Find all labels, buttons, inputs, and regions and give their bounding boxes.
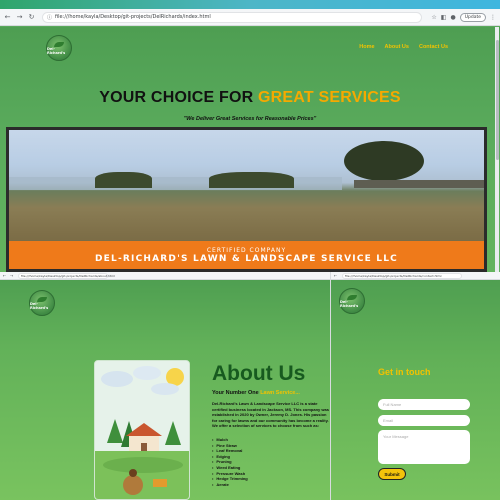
profile-icon[interactable]: ● [450,14,455,21]
name-field[interactable] [378,399,470,410]
browser-window-home: ← → ↻ ⓘ file:///home/kayla/Desktop/git-p… [0,0,500,272]
browser-window-contact: ← file:///home/kayla/Desktop/git-project… [330,272,500,500]
address-bar[interactable]: file:///home/kayla/Desktop/git-projects/… [342,272,462,279]
desktop-topbar [0,0,500,9]
contact-title: Get in touch [378,367,431,377]
forward-icon[interactable]: → [15,13,24,22]
address-text: file:///home/kayla/Desktop/git-projects/… [55,14,211,20]
fence-shape [354,180,484,189]
site-logo[interactable]: Del-Richard's [29,290,55,316]
hero-subtitle: "We Deliver Great Services for Reasonabl… [183,116,317,122]
extensions-icon[interactable]: ◧ [441,14,447,21]
list-item: Leaf Removal [212,448,248,454]
tree-shape [94,171,152,189]
update-button[interactable]: Update [459,12,486,22]
back-icon[interactable]: ← [3,13,12,22]
reload-icon[interactable]: ↻ [27,13,36,22]
main-nav: Home About Us Contact Us [359,44,448,50]
message-field[interactable] [378,430,470,464]
star-icon[interactable]: ☆ [431,14,436,21]
site-logo[interactable]: Del-Richard's [46,35,72,61]
logo-text: Del-Richard's [30,301,49,310]
address-text: file:///home/kayla/Desktop/git-projects/… [21,273,115,278]
tree-shape [208,171,294,189]
forward-icon[interactable]: → [9,273,14,279]
menu-icon[interactable]: ⋮ [490,14,496,21]
browser-toolbar: ← file:///home/kayla/Desktop/git-project… [331,272,500,280]
contact-page: Del-Richard's [331,280,500,500]
about-body: Del-Richard's Lawn & Landscape Service L… [212,401,329,429]
scrollbar-thumb[interactable] [496,40,499,160]
landscape-illustration [95,361,189,499]
nav-about[interactable]: About Us [385,44,409,50]
list-item: Aerate [212,482,248,488]
email-field[interactable] [378,415,470,426]
about-illustration [94,360,190,500]
site-logo[interactable]: Del-Richard's [339,288,365,314]
about-title: About Us [212,362,306,385]
hero-title-accent: GREAT SERVICES [258,89,401,106]
banner-line-1: CERTIFIED COMPANY [206,246,287,254]
address-bar[interactable]: file:///home/kayla/Desktop/git-projects/… [18,272,115,279]
nav-contact[interactable]: Contact Us [419,44,448,50]
certified-banner: CERTIFIED COMPANY DEL-RICHARD'S LAWN & L… [9,241,484,269]
list-item: Hedge Trimming [212,476,247,482]
logo-text: Del-Richard's [47,46,66,55]
hero-title-prefix: YOUR CHOICE FOR [99,89,259,106]
browser-toolbar: ← → ↻ ⓘ file:///home/kayla/Desktop/git-p… [0,9,500,26]
file-icon: ⓘ [47,14,53,21]
services-list: Mulch Pine Straw Leaf Removal Edging Pru… [212,437,248,488]
about-subtitle-prefix: Your Number One [212,390,261,396]
back-icon[interactable]: ← [2,273,7,279]
hero-image-frame: CERTIFIED COMPANY DEL-RICHARD'S LAWN & L… [6,127,487,272]
lawn-photo: CERTIFIED COMPANY DEL-RICHARD'S LAWN & L… [9,130,484,269]
browser-window-about: ← → file:///home/kayla/Desktop/git-proje… [0,272,330,500]
submit-button[interactable]: Submit [378,468,406,480]
address-text: file:///home/kayla/Desktop/git-projects/… [345,273,442,278]
banner-line-2: DEL-RICHARD'S LAWN & LANDSCAPE SERVICE L… [95,253,398,264]
browser-toolbar: ← → file:///home/kayla/Desktop/git-proje… [0,272,330,280]
hero-title: YOUR CHOICE FOR GREAT SERVICES [0,89,500,107]
about-subtitle: Your Number One Lawn Service... [212,390,300,396]
address-bar[interactable]: ⓘ file:///home/kayla/Desktop/git-project… [42,11,422,23]
nav-home[interactable]: Home [359,44,374,50]
about-subtitle-accent: Lawn Service... [260,390,300,396]
tree-shape [344,141,424,182]
logo-text: Del-Richard's [340,299,359,308]
back-icon[interactable]: ← [333,273,338,279]
